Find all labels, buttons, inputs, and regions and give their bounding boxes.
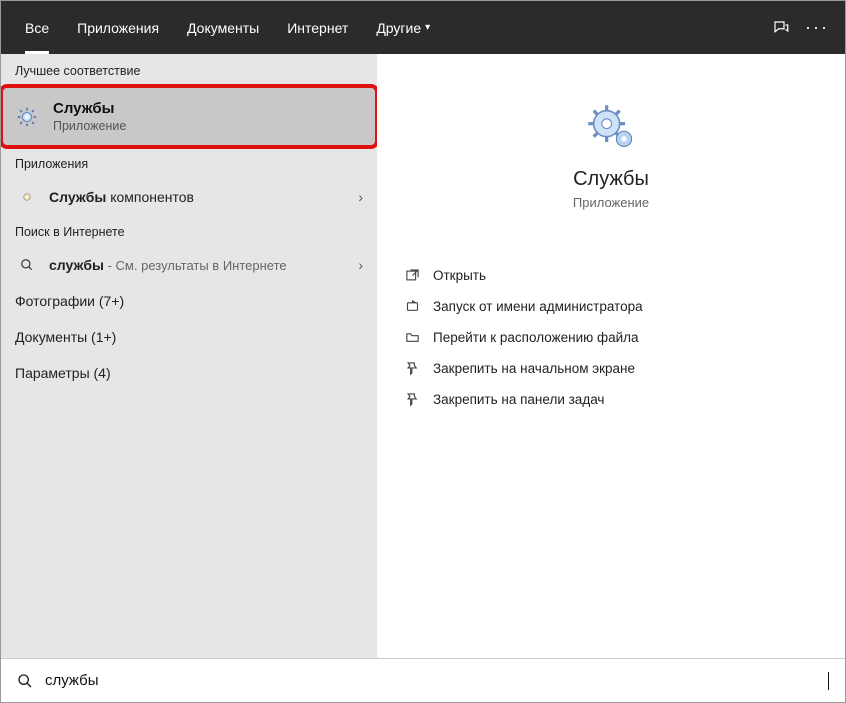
action-pin-start[interactable]: Закрепить на начальном экране xyxy=(401,353,821,384)
results-panel: Лучшее соответствие Службы Приложение Пр… xyxy=(1,54,377,658)
pin-icon xyxy=(405,361,433,376)
tab-all[interactable]: Все xyxy=(11,1,63,54)
search-icon xyxy=(17,673,33,689)
best-match-title: Службы xyxy=(53,100,126,117)
chevron-down-icon: ▾ xyxy=(425,22,430,33)
services-gear-icon xyxy=(15,105,39,129)
preview-panel: Службы Приложение Открыть Запуск от имен… xyxy=(377,54,845,658)
preview-subtitle: Приложение xyxy=(401,195,821,210)
open-icon xyxy=(405,268,433,283)
shield-icon xyxy=(405,299,433,314)
result-documents[interactable]: Документы (1+) xyxy=(1,319,377,355)
result-web-label: службы - См. результаты в Интернете xyxy=(49,257,358,273)
tab-other[interactable]: Другие▾ xyxy=(362,1,444,54)
section-apps: Приложения xyxy=(1,147,377,179)
preview-actions: Открыть Запуск от имени администратора П… xyxy=(401,260,821,415)
header-tabs: Все Приложения Документы Интернет Другие… xyxy=(1,1,845,54)
folder-icon xyxy=(405,330,433,345)
component-gear-icon xyxy=(15,189,39,205)
section-web: Поиск в Интернете xyxy=(1,215,377,247)
search-icon xyxy=(15,258,39,272)
preview-title: Службы xyxy=(401,168,821,191)
result-photos[interactable]: Фотографии (7+) xyxy=(1,283,377,319)
pin-icon xyxy=(405,392,433,407)
best-match-subtitle: Приложение xyxy=(53,119,126,133)
best-match-item[interactable]: Службы Приложение xyxy=(1,86,377,147)
result-app-components[interactable]: Службы компонентов › xyxy=(1,179,377,215)
preview-gear-icon xyxy=(583,100,639,156)
action-run-admin[interactable]: Запуск от имени администратора xyxy=(401,291,821,322)
result-web-search[interactable]: службы - См. результаты в Интернете › xyxy=(1,247,377,283)
section-best-match: Лучшее соответствие xyxy=(1,54,377,86)
action-pin-taskbar[interactable]: Закрепить на панели задач xyxy=(401,384,821,415)
result-app-label: Службы компонентов xyxy=(49,189,358,205)
text-caret xyxy=(828,672,829,690)
tab-internet[interactable]: Интернет xyxy=(273,1,362,54)
feedback-icon[interactable] xyxy=(763,10,799,46)
action-open-location[interactable]: Перейти к расположению файла xyxy=(401,322,821,353)
chevron-right-icon: › xyxy=(358,257,363,273)
tab-documents[interactable]: Документы xyxy=(173,1,273,54)
more-icon[interactable]: ··· xyxy=(799,10,835,46)
tab-apps[interactable]: Приложения xyxy=(63,1,173,54)
chevron-right-icon: › xyxy=(358,189,363,205)
search-window: Все Приложения Документы Интернет Другие… xyxy=(0,0,846,703)
search-bar[interactable] xyxy=(1,658,845,702)
action-open[interactable]: Открыть xyxy=(401,260,821,291)
result-settings[interactable]: Параметры (4) xyxy=(1,355,377,391)
search-input[interactable] xyxy=(45,672,829,689)
